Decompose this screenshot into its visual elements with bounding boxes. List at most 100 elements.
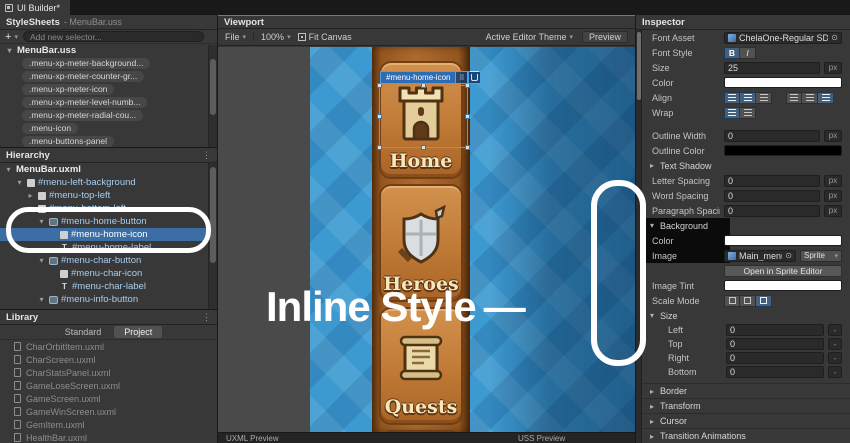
border-foldout[interactable]: ▸Border bbox=[642, 383, 850, 398]
add-selector-dropdown-icon[interactable]: ▾ bbox=[14, 33, 18, 41]
expander-icon[interactable]: ▾ bbox=[37, 256, 46, 265]
font-size-unit-dropdown[interactable]: px bbox=[824, 62, 842, 74]
align-vertical-middle-button[interactable] bbox=[802, 92, 818, 104]
uss-selector[interactable]: .menu-buttons-panel bbox=[0, 135, 217, 148]
align-vertical-bottom-button[interactable] bbox=[818, 92, 834, 104]
hierarchy-item-menu-char-label[interactable]: T#menu-char-label bbox=[0, 280, 217, 293]
open-sprite-editor-button[interactable]: Open in Sprite Editor bbox=[724, 265, 842, 277]
hierarchy-scrollbar-thumb[interactable] bbox=[210, 167, 216, 263]
expander-icon[interactable]: ▸ bbox=[26, 191, 35, 200]
align-horizontal-left-button[interactable] bbox=[724, 92, 740, 104]
italic-toggle[interactable]: I bbox=[740, 47, 756, 59]
font-color-swatch[interactable] bbox=[724, 77, 842, 88]
hierarchy-item-menu-left-background[interactable]: ▾#menu-left-background bbox=[0, 176, 217, 189]
word-spacing-unit-dropdown[interactable]: px bbox=[824, 190, 842, 202]
image-tint-swatch[interactable] bbox=[724, 280, 842, 291]
wrap-off-button[interactable] bbox=[740, 107, 756, 119]
uss-preview-toggle[interactable]: USS Preview bbox=[518, 434, 565, 443]
wrap-on-button[interactable] bbox=[724, 107, 740, 119]
tab-project[interactable]: Project bbox=[114, 326, 162, 338]
library-file-item[interactable]: GemItem.uxml bbox=[0, 418, 217, 431]
transition-animations-foldout[interactable]: ▸Transition Animations bbox=[642, 428, 850, 443]
uss-selector[interactable]: .menu-icon bbox=[0, 122, 217, 135]
scale-mode-stretch-button[interactable] bbox=[724, 295, 740, 307]
uss-selector[interactable]: .menu-xp-meter-background... bbox=[0, 57, 217, 70]
background-color-swatch[interactable] bbox=[724, 235, 842, 246]
selection-delete-button[interactable] bbox=[468, 71, 481, 84]
size-right-unit-dropdown[interactable]: - bbox=[828, 352, 842, 364]
hierarchy-item-MenuBaruxml[interactable]: ▾MenuBar.uxml bbox=[0, 163, 217, 176]
image-type-dropdown[interactable]: Sprite ▾ bbox=[800, 250, 842, 262]
library-file-item[interactable]: CharOrbitItem.uxml bbox=[0, 340, 217, 353]
align-horizontal-right-button[interactable] bbox=[756, 92, 772, 104]
library-file-item[interactable]: CharStatsPanel.uxml bbox=[0, 366, 217, 379]
library-file-item[interactable]: GameScreen.uxml bbox=[0, 392, 217, 405]
transform-foldout[interactable]: ▸Transform bbox=[642, 398, 850, 413]
preview-toggle[interactable]: Preview bbox=[582, 31, 628, 43]
text-shadow-foldout[interactable]: ▸ Text Shadow bbox=[642, 158, 850, 173]
stylesheet-root-item[interactable]: ▾ MenuBar.uss bbox=[0, 44, 217, 57]
library-file-item[interactable]: GameWinScreen.uxml bbox=[0, 405, 217, 418]
library-file-item[interactable]: GameLoseScreen.uxml bbox=[0, 379, 217, 392]
background-foldout[interactable]: ▾ Background bbox=[642, 218, 850, 233]
expander-icon[interactable]: ▾ bbox=[4, 165, 13, 174]
outline-width-field[interactable]: 0 bbox=[724, 130, 820, 142]
hierarchy-menu-icon[interactable]: ⋮ bbox=[202, 150, 211, 161]
library-file-item[interactable]: CharScreen.uxml bbox=[0, 353, 217, 366]
stylesheets-scrollbar-thumb[interactable] bbox=[210, 59, 216, 115]
resize-handle[interactable] bbox=[377, 114, 382, 119]
uss-selector[interactable]: .menu-xp-meter-icon bbox=[0, 83, 217, 96]
expander-icon[interactable]: ▾ bbox=[37, 295, 46, 304]
object-picker-icon[interactable]: ⊙ bbox=[831, 33, 838, 42]
resize-handle[interactable] bbox=[465, 114, 470, 119]
scale-mode-fit-button[interactable] bbox=[756, 295, 772, 307]
letter-spacing-unit-dropdown[interactable]: px bbox=[824, 175, 842, 187]
font-size-field[interactable]: 25 bbox=[724, 62, 820, 74]
paragraph-spacing-unit-dropdown[interactable]: px bbox=[824, 205, 842, 217]
scale-mode-crop-button[interactable] bbox=[740, 295, 756, 307]
outline-width-unit-dropdown[interactable]: px bbox=[824, 130, 842, 142]
file-menu[interactable]: File ▾ bbox=[225, 32, 246, 42]
expander-icon[interactable]: ▾ bbox=[5, 46, 14, 55]
bold-toggle[interactable]: B bbox=[724, 47, 740, 59]
font-asset-field[interactable]: ChelaOne-Regular SDF T (F ⊙ bbox=[724, 32, 842, 44]
theme-dropdown[interactable]: Active Editor Theme ▾ bbox=[486, 32, 573, 42]
size-left-unit-dropdown[interactable]: - bbox=[828, 324, 842, 336]
window-tab[interactable]: UI Builder* bbox=[0, 0, 70, 15]
hierarchy-item-menu-char-button[interactable]: ▾#menu-char-button bbox=[0, 254, 217, 267]
size-left-field[interactable]: 0 bbox=[726, 324, 824, 336]
size-right-field[interactable]: 0 bbox=[726, 352, 824, 364]
inspector-scrollbar-thumb[interactable] bbox=[637, 32, 641, 100]
uss-selector[interactable]: .menu-xp-meter-level-numb... bbox=[0, 96, 217, 109]
selection-drag-handle-icon[interactable]: ⠿ bbox=[455, 71, 468, 84]
uss-selector[interactable]: .menu-xp-meter-radial-cou... bbox=[0, 109, 217, 122]
size-foldout[interactable]: ▾ Size bbox=[642, 308, 850, 323]
size-top-unit-dropdown[interactable]: - bbox=[828, 338, 842, 350]
hierarchy-item-menu-top-left[interactable]: ▸#menu-top-left bbox=[0, 189, 217, 202]
object-picker-icon[interactable]: ⊙ bbox=[785, 251, 792, 260]
library-file-item[interactable]: HealthBar.uxml bbox=[0, 431, 217, 443]
zoom-dropdown[interactable]: 100% ▾ bbox=[261, 32, 291, 42]
size-bottom-field[interactable]: 0 bbox=[726, 366, 824, 378]
hierarchy-item-menu-char-icon[interactable]: #menu-char-icon bbox=[0, 267, 217, 280]
tab-standard[interactable]: Standard bbox=[55, 326, 112, 338]
uxml-preview-toggle[interactable]: UXML Preview bbox=[226, 434, 279, 443]
hierarchy-item-menu-info-button[interactable]: ▾#menu-info-button bbox=[0, 293, 217, 306]
resize-handle[interactable] bbox=[421, 145, 426, 150]
background-image-field[interactable]: Main_menu_icor ⊙ bbox=[724, 250, 796, 262]
outline-color-swatch[interactable] bbox=[724, 145, 842, 156]
letter-spacing-field[interactable]: 0 bbox=[724, 175, 820, 187]
size-top-field[interactable]: 0 bbox=[726, 338, 824, 350]
paragraph-spacing-field[interactable]: 0 bbox=[724, 205, 820, 217]
library-menu-icon[interactable]: ⋮ bbox=[202, 312, 211, 323]
word-spacing-field[interactable]: 0 bbox=[724, 190, 820, 202]
expander-icon[interactable]: ▾ bbox=[15, 178, 24, 187]
fit-canvas-button[interactable]: Fit Canvas bbox=[298, 32, 352, 42]
add-selector-input[interactable]: Add new selector... bbox=[23, 31, 204, 42]
resize-handle[interactable] bbox=[465, 145, 470, 150]
selection-header[interactable]: #menu-home-icon ⠿ bbox=[380, 71, 481, 84]
uss-selector[interactable]: .menu-xp-meter-counter-gr... bbox=[0, 70, 217, 83]
cursor-foldout[interactable]: ▸Cursor bbox=[642, 413, 850, 428]
viewport-canvas[interactable]: HomeHeroesQuests #menu-home-icon ⠿ bbox=[218, 47, 635, 432]
align-horizontal-center-button[interactable] bbox=[740, 92, 756, 104]
